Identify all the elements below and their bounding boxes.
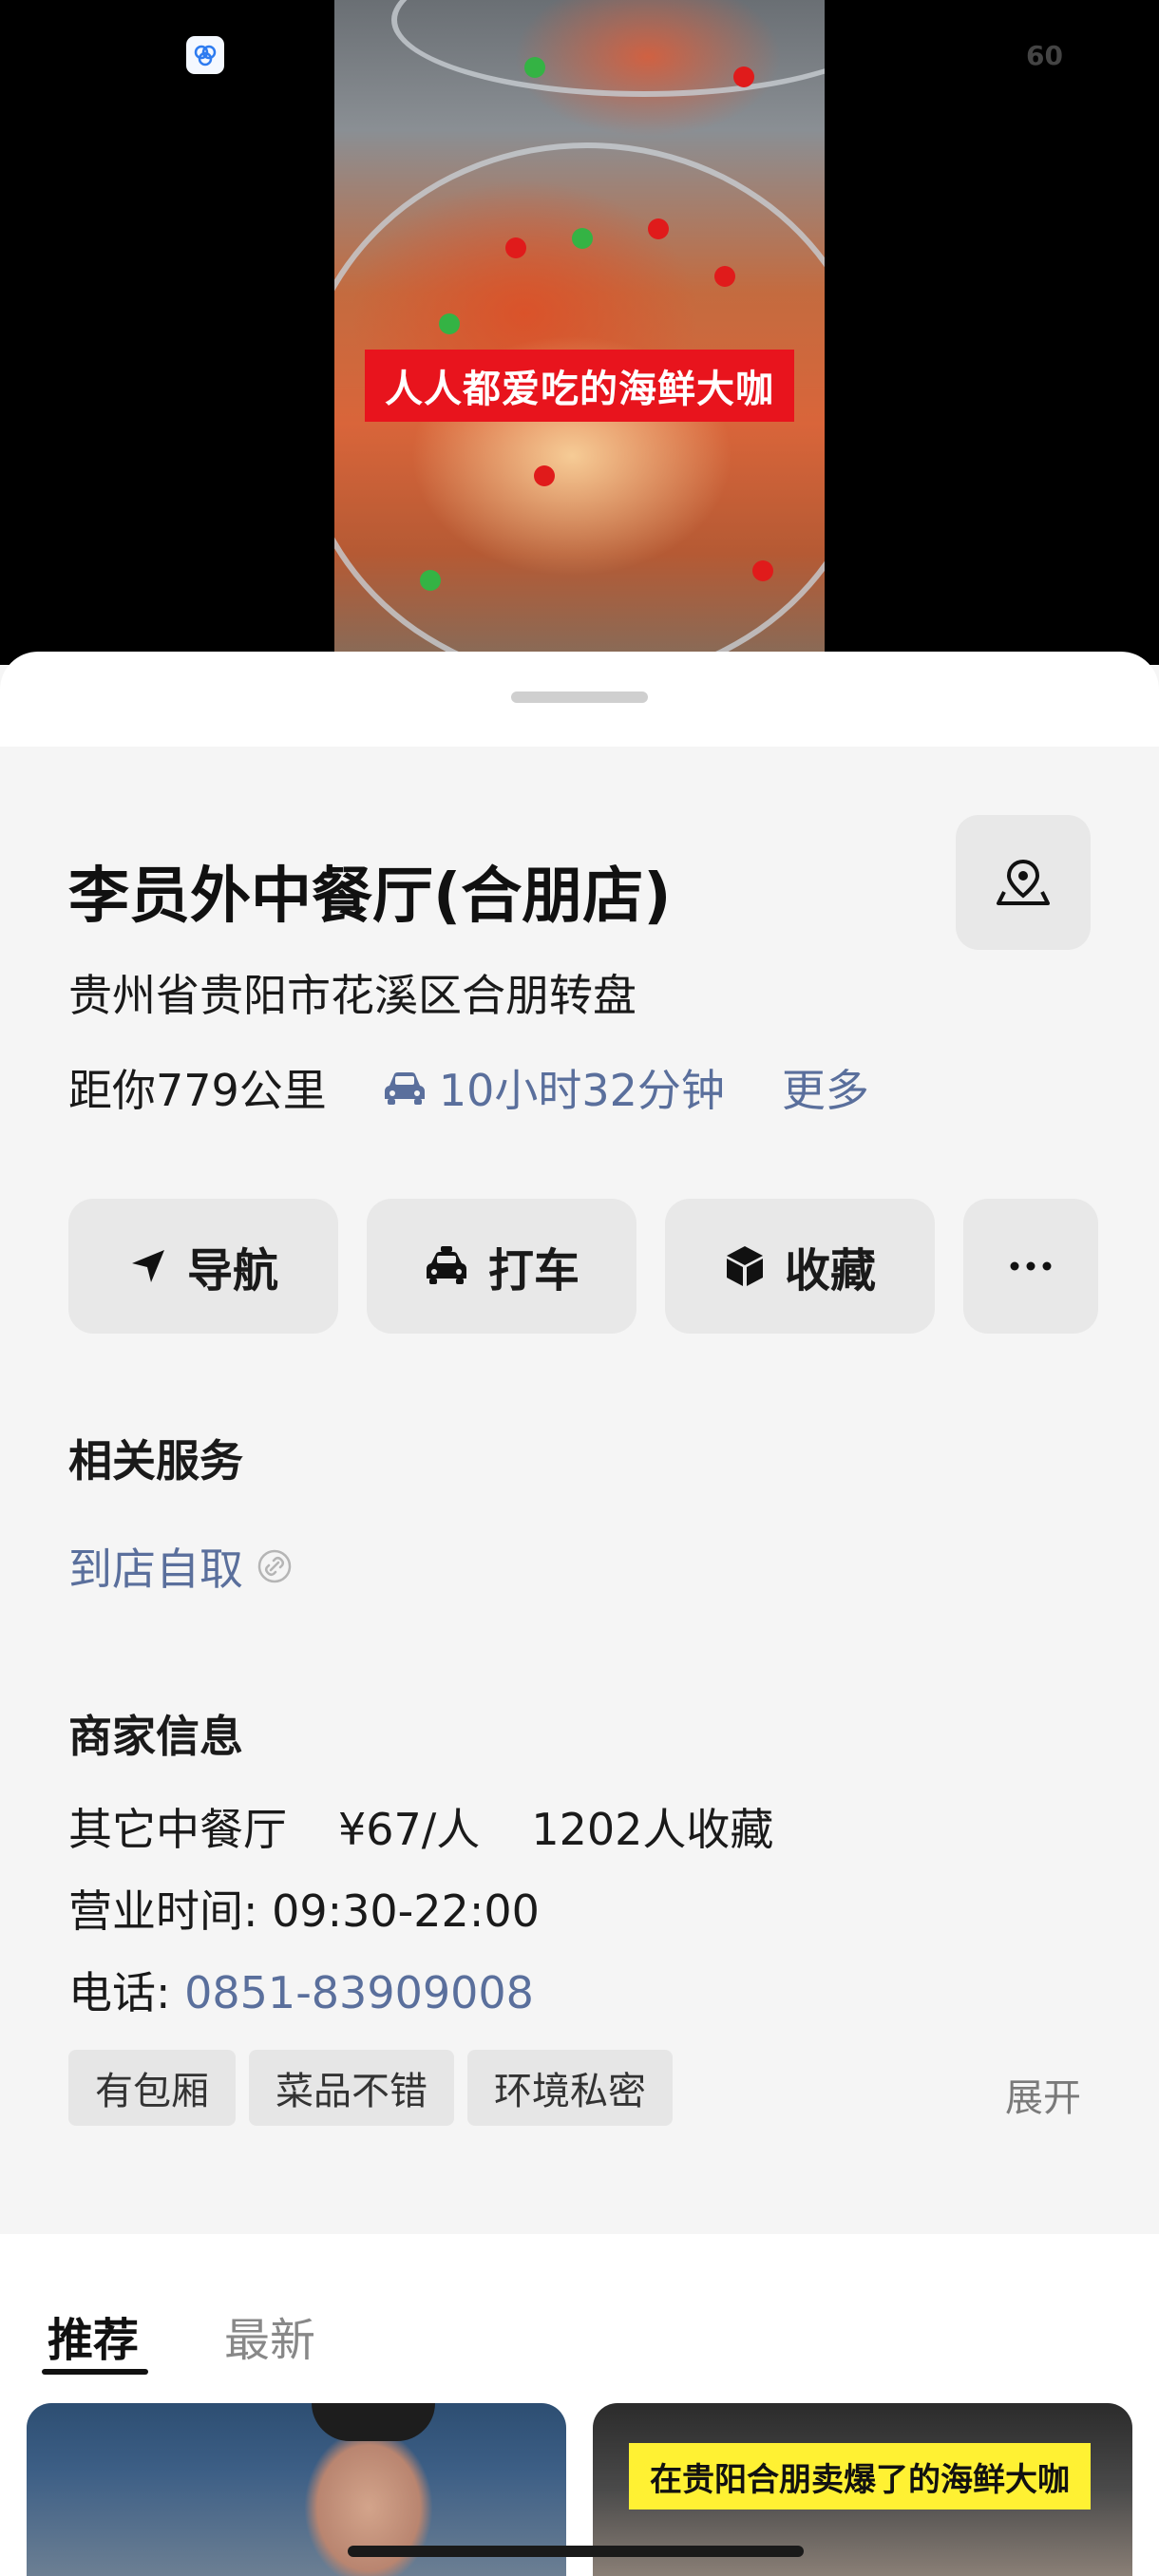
cube-icon (726, 1246, 763, 1286)
place-address: 贵州省贵阳市花溪区合朋转盘 (68, 970, 636, 1021)
thumbnail-detail (312, 2403, 435, 2441)
tag-list: 有包厢 菜品不错 环境私密 (68, 2050, 673, 2126)
place-name: 李员外中餐厅(合朋店) (68, 862, 672, 932)
car-icon (384, 1072, 425, 1105)
merchant-favorites: 1202人收藏 (531, 1804, 774, 1855)
drive-time-text: 10小时32分钟 (438, 1065, 725, 1116)
drive-time[interactable]: 10小时32分钟 (382, 1056, 725, 1119)
distance-row: 距你779公里 10小时32分钟 更多 (68, 1054, 869, 1121)
more-actions-button[interactable] (963, 1199, 1098, 1334)
services-heading: 相关服务 (68, 1435, 243, 1487)
action-bar: 导航 打车 收藏 (68, 1199, 1098, 1334)
distance-text: 距你779公里 (68, 1065, 327, 1116)
content-feed: 推荐 最新 在贵阳合朋卖爆了的海鲜大咖 (0, 2234, 1159, 2576)
video-frame (334, 0, 825, 652)
tag-item: 有包厢 (68, 2050, 236, 2126)
phone-label: 电话: (68, 1967, 185, 2018)
merchant-summary: 其它中餐厅 ¥67/人 1202人收藏 (68, 1795, 773, 1858)
merchant-phone-row: 电话: 0851-83909008 (68, 1959, 534, 2021)
bottom-sheet-header[interactable] (0, 652, 1159, 747)
service-item[interactable]: 到店自取 (68, 1535, 293, 1598)
merchant-heading: 商家信息 (68, 1711, 243, 1762)
favorite-label: 收藏 (784, 1244, 876, 1297)
app-badge-icon (186, 36, 224, 74)
taxi-label: 打车 (487, 1244, 580, 1297)
fps-counter: 60 (1026, 40, 1063, 71)
merchant-price: ¥67/人 (338, 1804, 481, 1855)
more-link[interactable]: 更多 (782, 1056, 869, 1119)
tab-latest[interactable]: 最新 (224, 2302, 315, 2369)
favorite-button[interactable]: 收藏 (665, 1199, 935, 1334)
thumbnail-caption: 在贵阳合朋卖爆了的海鲜大咖 (629, 2443, 1091, 2510)
expand-button[interactable]: 展开 (1005, 2067, 1081, 2122)
tab-recommended[interactable]: 推荐 (48, 2302, 139, 2369)
taxi-icon (426, 1246, 466, 1284)
navigate-button[interactable]: 导航 (68, 1199, 338, 1334)
phone-number-link[interactable]: 0851-83909008 (184, 1967, 534, 2018)
video-caption: 人人都爱吃的海鲜大咖 (365, 350, 794, 422)
video-player[interactable]: 60 人人都爱吃的海鲜大咖 (0, 0, 1159, 665)
more-dots-icon (1010, 1261, 1052, 1271)
tag-item: 菜品不错 (249, 2050, 454, 2126)
service-item-label: 到店自取 (68, 1544, 243, 1595)
map-pin-icon (997, 859, 1050, 905)
home-indicator[interactable] (348, 2546, 804, 2557)
tag-item: 环境私密 (467, 2050, 673, 2126)
map-button[interactable] (956, 815, 1091, 950)
navigate-label: 导航 (186, 1244, 278, 1297)
navigation-arrow-icon (131, 1250, 164, 1282)
drag-handle[interactable] (511, 691, 648, 703)
merchant-hours: 营业时间: 09:30-22:00 (68, 1885, 540, 1937)
active-tab-indicator (42, 2369, 148, 2375)
taxi-button[interactable]: 打车 (367, 1199, 636, 1334)
merchant-category: 其它中餐厅 (68, 1804, 287, 1855)
link-icon (257, 1549, 292, 1583)
